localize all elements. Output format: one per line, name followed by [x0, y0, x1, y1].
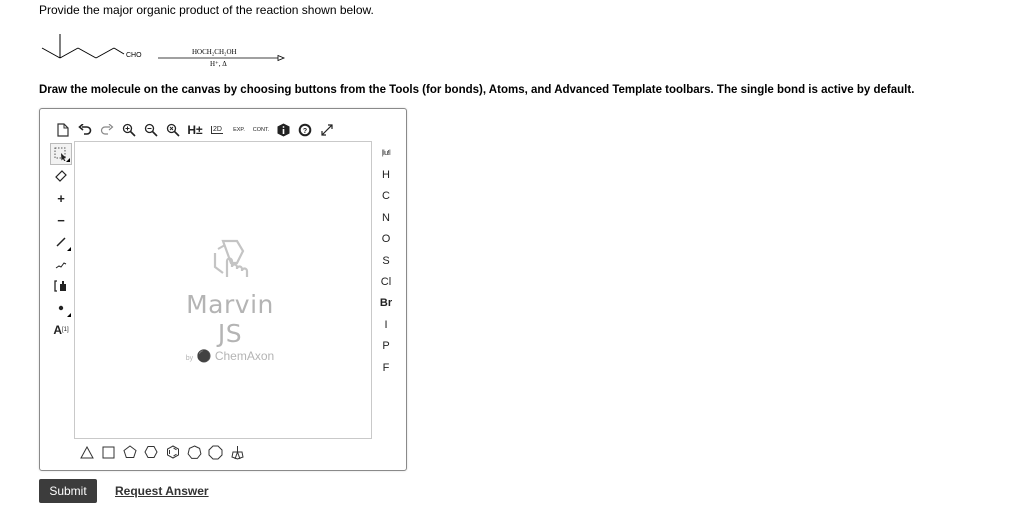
redo-icon	[100, 124, 114, 135]
template-library-button[interactable]	[227, 441, 249, 463]
expand-label: EXP.	[233, 127, 245, 133]
new-document-icon	[57, 123, 69, 137]
redo-button[interactable]	[96, 119, 118, 141]
by-label: by	[185, 355, 194, 362]
marvin-logo: Marvin JS by ⚫ ChemAxon	[170, 237, 290, 363]
atom-map-button[interactable]: A [1]	[50, 319, 72, 341]
benzene-button[interactable]	[162, 441, 184, 463]
clean-2d-button[interactable]: 2D	[206, 119, 228, 141]
instruction-text: Draw the molecule on the canvas by choos…	[39, 84, 915, 96]
octagon-icon	[208, 445, 223, 459]
pentagon-icon	[123, 445, 137, 458]
decrease-charge-button[interactable]: −	[50, 209, 72, 231]
clean-2d-label: 2D	[211, 126, 223, 134]
reactant-molecule	[41, 34, 125, 59]
atoms-toolbar: |lu!l H C N O S Cl Br I P F	[373, 143, 401, 378]
request-answer-link[interactable]: Request Answer	[115, 484, 209, 498]
zoom-in-button[interactable]	[118, 119, 140, 141]
atom-label: A	[53, 323, 62, 337]
expand-button[interactable]: EXP.	[228, 119, 250, 141]
zoom-fit-icon	[166, 123, 180, 137]
help-icon: ?	[298, 123, 312, 137]
reagent-label: HOCH₂CH₂OH	[192, 48, 237, 56]
atom-i-button[interactable]: I	[373, 314, 399, 335]
atom-s-button[interactable]: S	[373, 250, 399, 271]
atom-p-button[interactable]: P	[373, 336, 399, 357]
bracket-icon	[54, 280, 66, 292]
single-bond-icon	[56, 237, 66, 247]
help-button[interactable]: ?	[294, 119, 316, 141]
atom-f-button[interactable]: F	[373, 357, 399, 378]
square-icon	[102, 446, 115, 458]
left-toolbar: + − A [1]	[50, 143, 74, 341]
cyclooctane-button[interactable]	[205, 441, 227, 463]
cyclopentane-button[interactable]	[119, 441, 141, 463]
cycloheptane-button[interactable]	[184, 441, 206, 463]
heptagon-icon	[187, 444, 202, 459]
zoom-out-icon	[144, 123, 158, 137]
atom-h-button[interactable]: H	[373, 164, 399, 185]
increase-charge-button[interactable]: +	[50, 187, 72, 209]
info-button[interactable]	[272, 119, 294, 141]
marvin-logo-icon	[213, 239, 249, 277]
atom-br-button[interactable]: Br	[373, 293, 399, 314]
eraser-icon	[55, 170, 67, 182]
atom-cl-button[interactable]: Cl	[373, 271, 399, 292]
zoom-in-icon	[122, 123, 136, 137]
zoom-out-button[interactable]	[140, 119, 162, 141]
hexagon-icon	[144, 446, 158, 458]
eraser-tool-button[interactable]	[50, 165, 72, 187]
contract-button[interactable]: CONT.	[250, 119, 272, 141]
cyclopropane-button[interactable]	[76, 441, 98, 463]
atom-c-button[interactable]: C	[373, 186, 399, 207]
cyclohexane-button[interactable]	[141, 441, 163, 463]
select-tool-button[interactable]	[50, 143, 72, 165]
submit-button[interactable]: Submit	[39, 479, 97, 503]
company-name: ChemAxon	[214, 349, 275, 363]
radical-icon	[58, 305, 64, 311]
marvin-editor: H± 2D EXP. CONT. ? + − A [1] Marvin JS b…	[39, 108, 407, 471]
chain-icon	[55, 262, 67, 269]
chain-tool-button[interactable]	[50, 253, 72, 275]
periodic-table-button[interactable]: |lu!l	[373, 143, 399, 164]
undo-button[interactable]	[74, 119, 96, 141]
question-text: Provide the major organic product of the…	[39, 3, 374, 17]
template-toolbar	[76, 441, 248, 463]
marvin-logo-text: Marvin JS	[186, 290, 274, 348]
contract-label: CONT.	[252, 127, 270, 133]
radical-tool-button[interactable]	[50, 297, 72, 319]
aldehyde-label: CHO	[126, 52, 142, 59]
atom-n-button[interactable]: N	[373, 207, 399, 228]
reaction-scheme: CHO HOCH₂CH₂OH H⁺, Δ	[41, 34, 286, 68]
benzene-icon	[166, 445, 179, 459]
new-document-button[interactable]	[52, 119, 74, 141]
chemaxon-label: by ⚫ ChemAxon	[170, 349, 290, 363]
top-toolbar: H± 2D EXP. CONT. ?	[52, 118, 338, 142]
atom-o-button[interactable]: O	[373, 229, 399, 250]
bracket-tool-button[interactable]	[50, 275, 72, 297]
template-icon	[231, 445, 244, 460]
info-icon	[277, 123, 289, 137]
svg-text:?: ?	[303, 128, 307, 135]
map-label: [1]	[62, 327, 69, 333]
fullscreen-button[interactable]	[316, 119, 338, 141]
single-bond-button[interactable]	[50, 231, 72, 253]
undo-icon	[78, 124, 92, 135]
cyclobutane-button[interactable]	[98, 441, 120, 463]
zoom-fit-button[interactable]	[162, 119, 184, 141]
triangle-icon	[79, 445, 94, 458]
hydrogen-toggle-button[interactable]: H±	[184, 119, 206, 141]
fullscreen-icon	[321, 124, 333, 136]
flame-icon: ⚫	[196, 349, 212, 363]
conditions-label: H⁺, Δ	[210, 60, 227, 68]
